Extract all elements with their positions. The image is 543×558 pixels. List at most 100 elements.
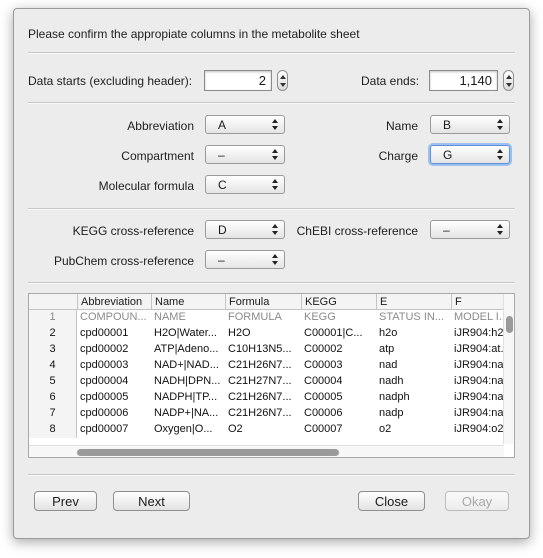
table-row[interactable]: 1 COMPOUN... NAME FORMULA KEGG STATUS IN... MO… [29,310,504,326]
kegg-label: KEGG cross-reference [72,224,194,238]
divider [28,474,515,476]
preview-table[interactable]: Abbreviation Name Formula KEGG E F 1 COMPOUN..… [28,293,515,458]
table-row[interactable]: 8cpd00007 Oxygen|O... O2 C00007 o2 iJR904:o2.… [29,422,504,438]
column-header[interactable]: Name [151,294,225,309]
divider [28,102,515,104]
kegg-select[interactable]: D [205,220,285,239]
horizontal-scroll-thumb[interactable] [77,449,339,456]
chevron-updown-icon [271,223,278,236]
table-cell: C21H26N7... [228,359,292,371]
prev-button[interactable]: Prev [34,491,97,511]
table-cell: nad [379,359,398,371]
table-cell: atp [379,343,395,355]
pubchem-select-value: – [218,253,225,267]
table-cell: O2 [228,423,243,435]
molecular-formula-select-value: C [218,178,227,192]
table-cell: ATP|Adeno... [154,343,219,355]
table-cell: cpd00005 [80,391,129,403]
table-row[interactable]: 2 cpd00001 H2O|Water... H2O C00001|C... h2o iJ… [29,326,504,342]
table-cell: C00003 [304,359,343,371]
chevron-updown-icon [271,178,278,191]
table-cell: C21H26N7... [228,407,292,419]
table-row[interactable]: 4 cpd00003 NAD+|NAD... C21H26N7... C00003 nad… [29,358,504,374]
name-select[interactable]: B [430,115,510,134]
table-row[interactable]: 3 cpd00002 ATP|Adeno... C10H13N5... C00002 at… [29,342,504,358]
table-row[interactable]: 7 cpd00006 NADP+|NA... C21H26N7... C00006 nad… [29,406,504,422]
column-confirm-dialog: Please confirm the appropiate columns in… [13,8,530,539]
table-cell: NAD+|NAD... [154,359,219,371]
table-row[interactable]: 6 cpd00005 NADPH|TP... C21H26N7... C00005 nad… [29,390,504,406]
data-starts-stepper[interactable] [277,70,288,91]
table-cell: nadph [379,391,410,403]
table-cell: cpd00002 [80,343,129,355]
row-number: 6 [29,390,77,406]
table-cell: cpd00003 [80,359,129,371]
close-button[interactable]: Close [358,491,425,511]
table-cell: cpd00001 [80,327,129,339]
table-cell: cpd00006 [80,407,129,419]
table-cell: NADP+|NA... [154,407,219,419]
table-cell: NADPH|TP... [154,391,218,403]
horizontal-scrollbar[interactable] [29,445,504,457]
table-cell: STATUS IN... [379,311,444,323]
chevron-updown-icon [271,253,278,266]
table-body: 1 COMPOUN... NAME FORMULA KEGG STATUS IN... MO… [29,310,504,438]
table-cell: C00005 [304,391,343,403]
table-cell: iJR904:h2... [454,327,504,339]
table-cell: C21H26N7... [228,391,292,403]
data-ends-stepper[interactable] [503,70,514,91]
table-cell: MODEL I... [454,311,504,323]
row-number: 2 [29,326,77,342]
column-header[interactable]: Abbreviation [77,294,151,309]
table-cell: FORMULA [228,311,282,323]
compartment-label: Compartment [121,149,194,163]
table-cell: cpd00007 [80,423,129,435]
molecular-formula-select[interactable]: C [205,175,285,194]
stepper-up-icon[interactable] [280,75,286,79]
okay-button[interactable]: Okay [445,491,509,511]
data-starts-field[interactable]: 2 [204,70,272,91]
chebi-label: ChEBI cross-reference [296,224,418,238]
chevron-updown-icon [271,118,278,131]
table-cell: iJR904:na... [454,391,504,403]
stepper-down-icon[interactable] [506,83,512,87]
vertical-scroll-thumb[interactable] [506,316,513,333]
abbreviation-select[interactable]: A [205,115,285,134]
table-cell: C00001|C... [304,327,363,339]
table-cell: H2O|Water... [154,327,217,339]
table-row[interactable]: 5 cpd00004 NADH|DPN... C21H27N7... C00004 nad… [29,374,504,390]
chebi-select[interactable]: – [430,220,510,239]
column-header[interactable]: F [451,294,504,309]
molecular-formula-label: Molecular formula [98,179,194,193]
table-cell: cpd00004 [80,375,129,387]
row-number: 3 [29,342,77,358]
column-header[interactable]: Formula [225,294,301,309]
table-cell: C21H27N7... [228,375,292,387]
table-cell: NAME [154,311,186,323]
charge-select[interactable]: G [430,145,510,164]
stepper-down-icon[interactable] [280,83,286,87]
table-cell: h2o [379,327,398,339]
divider [28,208,515,210]
next-button[interactable]: Next [113,491,190,511]
data-starts-label: Data starts (excluding header): [28,74,193,88]
pubchem-select[interactable]: – [205,250,285,269]
pubchem-label: PubChem cross-reference [53,254,194,268]
compartment-select[interactable]: – [205,145,285,164]
chebi-select-value: – [443,223,450,237]
table-cell: iJR904:at... [454,343,504,355]
vertical-scrollbar[interactable] [503,294,514,444]
column-header[interactable]: E [376,294,451,309]
name-label: Name [385,119,418,133]
data-ends-field[interactable]: 1,140 [429,70,498,91]
divider [28,282,515,284]
chevron-updown-icon [496,148,503,161]
dialog-message: Please confirm the appropiate columns in… [28,27,360,41]
data-ends-label: Data ends: [361,74,420,88]
stepper-up-icon[interactable] [506,75,512,79]
table-cell: H2O [228,327,251,339]
divider [28,52,515,54]
table-cell: o2 [379,423,392,435]
column-header[interactable] [29,294,77,309]
column-header[interactable]: KEGG [301,294,376,309]
